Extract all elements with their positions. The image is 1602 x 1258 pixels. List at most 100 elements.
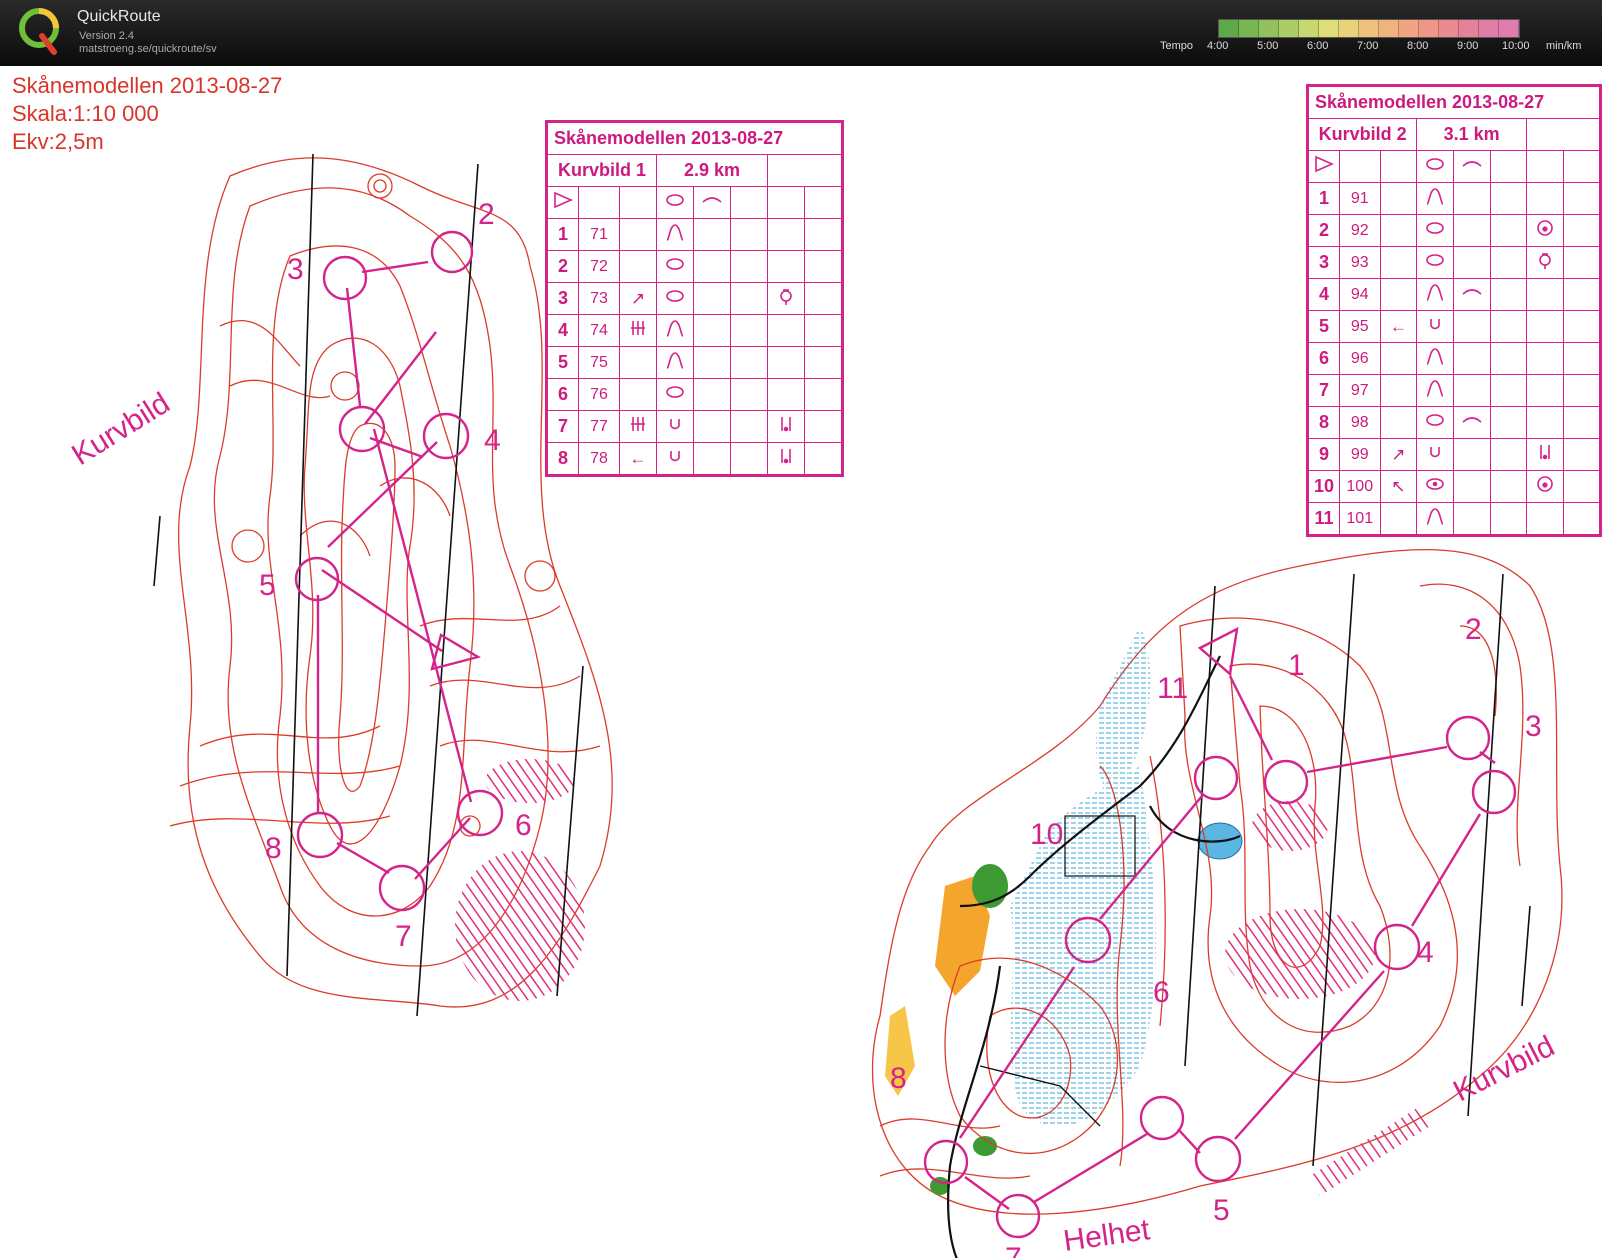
control-number: 4: [1308, 278, 1340, 311]
control-number: 11: [1308, 502, 1340, 535]
tempo-tick: 7:00: [1357, 40, 1379, 52]
feature-icon: [656, 378, 694, 411]
control-number: 7: [547, 410, 579, 443]
feature-icon: [656, 250, 694, 283]
control-number: 10: [1030, 818, 1063, 851]
tempo-tick: 8:00: [1407, 40, 1429, 52]
control-number: 1: [1288, 649, 1305, 682]
cd-cell: [578, 186, 620, 219]
control-code: 92: [1338, 214, 1381, 247]
control-number: 3: [547, 282, 579, 315]
feature-icon: [1416, 182, 1454, 215]
cd-cell: [730, 442, 768, 475]
map-canvas[interactable]: Skånemodellen 2013-08-27 Skala:1:10 000 …: [0, 66, 1602, 1258]
location-icon: [767, 250, 805, 283]
app-url[interactable]: matstroeng.se/quickroute/sv: [79, 43, 217, 55]
feature-detail-icon: [693, 442, 731, 475]
cd-cell: [1489, 374, 1527, 407]
oval-icon: [1416, 150, 1454, 183]
tempo-color-swatch: [1299, 20, 1319, 37]
cd-cell: [804, 378, 842, 411]
feature-detail-icon: [1452, 278, 1491, 311]
control-description-kurvbild-1: Skånemodellen 2013-08-27 Kurvbild 1 2.9 k…: [545, 120, 844, 477]
cd-cell: [1489, 438, 1527, 471]
control-number: 6: [1308, 342, 1340, 375]
tempo-color-swatch: [1499, 20, 1519, 37]
feature-detail-icon: [1452, 502, 1491, 535]
direction-icon: [619, 218, 657, 251]
feature-icon: [656, 314, 694, 347]
cd2-event: Skånemodellen 2013-08-27: [1308, 86, 1600, 119]
control-code: 91: [1338, 182, 1381, 215]
control-row: 4 74: [547, 314, 842, 347]
app-version: Version 2.4: [79, 30, 135, 42]
feature-detail-icon: [693, 378, 731, 411]
feature-detail-icon: [693, 218, 731, 251]
control-number: 7: [1308, 374, 1340, 407]
location-icon: [1525, 214, 1564, 247]
tempo-color-swatch: [1479, 20, 1499, 37]
direction-icon: ←: [1379, 310, 1418, 343]
cd-cell: [1338, 150, 1381, 183]
tempo-color-swatch: [1359, 20, 1379, 37]
control-row: 10 100 ↖: [1308, 470, 1601, 503]
control-number: 6: [547, 378, 579, 411]
tempo-color-swatch: [1439, 20, 1459, 37]
app-title: QuickRoute: [77, 8, 161, 25]
cd-cell: [1562, 310, 1601, 343]
control-number: 1: [1308, 182, 1340, 215]
control-number: 3: [1308, 246, 1340, 279]
cd-cell: [804, 410, 842, 443]
cd-cell: [1489, 150, 1527, 183]
control-number: 11: [1157, 672, 1188, 705]
control-code: 71: [578, 218, 620, 251]
location-icon: [1525, 278, 1564, 311]
cd-cell: [804, 186, 842, 219]
cd-cell: [1562, 246, 1601, 279]
feature-icon: [1416, 502, 1454, 535]
feature-detail-icon: [1452, 438, 1491, 471]
cd-cell: [1562, 438, 1601, 471]
cd-cell: [730, 282, 768, 315]
start-triangle-icon: [547, 186, 579, 219]
cd-cell: [1489, 342, 1527, 375]
cd-cell: [804, 346, 842, 379]
control-code: 100: [1338, 470, 1381, 503]
cd2-course-name: Kurvbild 2: [1307, 118, 1418, 151]
direction-icon: [1379, 406, 1418, 439]
location-icon: [1525, 246, 1564, 279]
feature-detail-icon: [1452, 342, 1491, 375]
feature-icon: [1416, 278, 1454, 311]
feature-detail-icon: [1452, 470, 1491, 503]
tempo-unit: min/km: [1546, 40, 1582, 52]
cd-cell: [804, 314, 842, 347]
cd-cell: [1489, 406, 1527, 439]
cd-cell: [1489, 182, 1527, 215]
tempo-color-swatch: [1459, 20, 1479, 37]
control-code: 77: [578, 410, 620, 443]
cd-cell: [1562, 502, 1601, 535]
direction-icon: [1379, 278, 1418, 311]
control-code: 98: [1338, 406, 1381, 439]
control-code: 94: [1338, 278, 1381, 311]
tempo-color-scale: [1218, 19, 1520, 38]
control-number: 2: [1308, 214, 1340, 247]
control-number: 5: [259, 569, 276, 602]
control-row: 4 94: [1308, 278, 1601, 311]
direction-icon: [1379, 374, 1418, 407]
feature-detail-icon: [1452, 214, 1491, 247]
control-row: 5 75: [547, 346, 842, 379]
direction-icon: ↗: [619, 282, 657, 315]
feature-detail-icon: [693, 314, 731, 347]
feature-icon: [1416, 310, 1454, 343]
control-number: 5: [1308, 310, 1340, 343]
tempo-color-swatch: [1419, 20, 1439, 37]
control-row: 1 71: [547, 218, 842, 251]
location-icon: [767, 314, 805, 347]
feature-detail-icon: [1452, 182, 1491, 215]
control-number: 7: [1005, 1242, 1022, 1258]
feature-icon: [656, 410, 694, 443]
direction-icon: ↖: [1379, 470, 1418, 503]
location-icon: [1525, 470, 1564, 503]
control-number: 6: [1153, 976, 1170, 1009]
